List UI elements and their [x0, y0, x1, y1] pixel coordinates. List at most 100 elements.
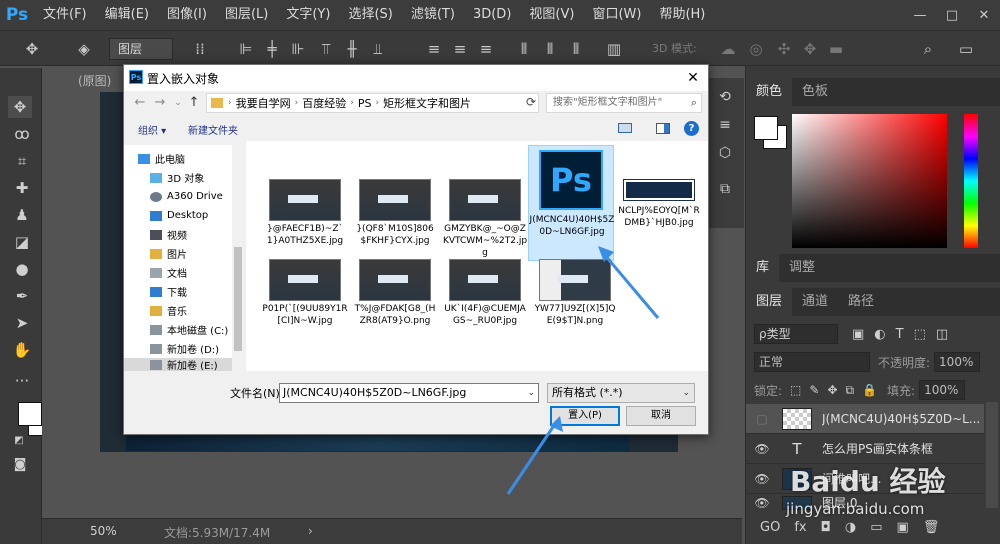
- trash-icon[interactable]: 🗑: [923, 520, 940, 535]
- breadcrumb-item[interactable]: 百度经验: [298, 95, 350, 111]
- layer-row[interactable]: ▢ J(MCNC4U)40H$5Z0D~L...: [746, 404, 984, 434]
- eye-icon[interactable]: 👁: [752, 442, 772, 456]
- fx-icon[interactable]: fx: [794, 520, 806, 535]
- history-panel-icon[interactable]: ⟲: [714, 86, 736, 108]
- address-bar[interactable]: › 我要自学网 › 百度经验 › PS › 矩形框文字和图片 ⟳: [206, 93, 539, 113]
- new-layer-icon[interactable]: ▣: [897, 520, 909, 535]
- file-item[interactable]: P01P(`[(9UU89Y1R[CI]N~W.jpg: [262, 247, 348, 354]
- blend-mode-select[interactable]: 正常: [754, 352, 870, 372]
- preview-pane-icon[interactable]: [656, 123, 670, 134]
- search-input[interactable]: 搜索"矩形框文字和图片" ⌕: [546, 93, 702, 113]
- view-options-icon[interactable]: [618, 123, 632, 133]
- search-icon[interactable]: ⌕: [691, 94, 697, 112]
- menu-filter[interactable]: 滤镜(T): [402, 0, 464, 30]
- nav-item-documents[interactable]: 文档: [124, 263, 232, 282]
- pen-tool-icon[interactable]: ✒: [10, 285, 34, 307]
- color-picker-field[interactable]: [792, 114, 947, 248]
- filter-pixel-icon[interactable]: ▣: [852, 327, 864, 342]
- chevron-down-icon[interactable]: ⌄: [682, 384, 690, 402]
- visibility-empty-icon[interactable]: ▢: [752, 412, 772, 426]
- align-top-icon[interactable]: ⫪: [316, 39, 336, 59]
- layer-name[interactable]: 怎么用PS画实体条框: [822, 440, 933, 457]
- file-item[interactable]: }(QF8`M10S]806$FKHF}CYX.jpg: [352, 155, 438, 262]
- mask-icon[interactable]: ◘: [821, 520, 831, 535]
- maximize-button[interactable]: □: [936, 0, 968, 30]
- file-item[interactable]: }@FAECF1B)~Z`1}A0THZ5XE.jpg: [262, 155, 348, 262]
- move-tool-icon[interactable]: ✥: [22, 39, 42, 59]
- tab-swatches[interactable]: 色板: [792, 78, 838, 106]
- tab-paths[interactable]: 路径: [838, 288, 884, 316]
- nav-item-videos[interactable]: 视频: [124, 225, 232, 244]
- nav-item-music[interactable]: 音乐: [124, 301, 232, 320]
- nav-item-downloads[interactable]: 下载: [124, 282, 232, 301]
- filename-input[interactable]: J(MCNC4U)40H$5Z0D~LN6GF.jpg ⌄: [279, 383, 539, 403]
- menu-select[interactable]: 选择(S): [339, 0, 401, 30]
- distribute-hcenter-icon[interactable]: ⦀: [540, 39, 560, 59]
- menu-image[interactable]: 图像(I): [158, 0, 216, 30]
- tab-channels[interactable]: 通道: [792, 288, 838, 316]
- hue-slider[interactable]: [964, 114, 978, 248]
- lock-pixels-icon[interactable]: ✎: [809, 383, 819, 397]
- menu-window[interactable]: 窗口(W): [583, 0, 650, 30]
- paragraph-panel-icon[interactable]: ⧉: [714, 178, 736, 200]
- status-menu-arrow[interactable]: ›: [308, 524, 313, 538]
- move-tool-icon[interactable]: ✥: [8, 96, 32, 118]
- nav-item-drive-e[interactable]: 新加卷 (E:): [124, 358, 232, 372]
- healing-tool-icon[interactable]: ✚: [10, 177, 34, 199]
- nav-item-drive-c[interactable]: 本地磁盘 (C:): [124, 320, 232, 339]
- menu-type[interactable]: 文字(Y): [277, 0, 339, 30]
- forward-arrow-icon[interactable]: →: [152, 95, 168, 111]
- lock-all-icon[interactable]: 🔒: [862, 383, 877, 397]
- layer-filter-select[interactable]: ρ类型: [754, 324, 838, 344]
- distribute-bottom-icon[interactable]: ≡: [476, 39, 496, 59]
- 3d-roll-icon[interactable]: ◎: [746, 39, 766, 59]
- layers-scrollbar[interactable]: [986, 402, 998, 508]
- group-icon[interactable]: ▭: [870, 520, 882, 535]
- new-folder-button[interactable]: 新建文件夹: [188, 122, 238, 137]
- chevron-down-icon[interactable]: ⌄: [527, 384, 535, 402]
- align-vcenter-icon[interactable]: ╫: [342, 39, 362, 59]
- panel-foreground-swatch[interactable]: [754, 116, 778, 140]
- nav-item-this-pc[interactable]: 此电脑: [124, 149, 232, 168]
- menu-3d[interactable]: 3D(D): [464, 0, 520, 30]
- menu-layer[interactable]: 图层(L): [216, 0, 277, 30]
- workspace-icon[interactable]: ▭: [956, 39, 976, 59]
- file-item[interactable]: YW77]U9Z[(X]5]QE(9$T]N.png: [532, 247, 618, 354]
- align-left-icon[interactable]: ⊫: [236, 39, 256, 59]
- tab-color[interactable]: 颜色: [746, 78, 793, 106]
- align-right-icon[interactable]: ⊪: [288, 39, 308, 59]
- help-icon[interactable]: ?: [684, 121, 699, 136]
- back-arrow-icon[interactable]: ←: [132, 95, 148, 111]
- recent-dropdown-icon[interactable]: ⌄: [170, 95, 186, 111]
- cancel-button[interactable]: 取消: [626, 406, 696, 426]
- fill-input[interactable]: 100%: [919, 380, 966, 400]
- hand-tool-icon[interactable]: ✋: [10, 339, 34, 361]
- crop-tool-icon[interactable]: ⌗: [10, 150, 34, 172]
- refresh-icon[interactable]: ⟳: [526, 95, 536, 109]
- breadcrumb-item[interactable]: 我要自学网: [232, 95, 295, 111]
- foreground-color-swatch[interactable]: [18, 402, 42, 426]
- menu-view[interactable]: 视图(V): [520, 0, 583, 30]
- transform-controls-icon[interactable]: ⁞⁞: [190, 39, 210, 59]
- organize-button[interactable]: 组织 ▾: [138, 122, 166, 137]
- more-tools-icon[interactable]: ···: [10, 370, 34, 392]
- minimize-button[interactable]: —: [904, 0, 936, 30]
- filter-type-icon[interactable]: T: [896, 327, 904, 342]
- breadcrumb-item[interactable]: PS: [354, 97, 376, 110]
- auto-align-icon[interactable]: ▥: [604, 39, 624, 59]
- filetype-select[interactable]: 所有格式 (*.*) ⌄: [547, 383, 695, 403]
- lock-transparent-icon[interactable]: ⬚: [790, 383, 801, 397]
- menu-file[interactable]: 文件(F): [34, 0, 96, 30]
- nav-item-a360[interactable]: A360 Drive: [124, 187, 232, 206]
- opacity-input[interactable]: 100%: [934, 352, 981, 372]
- distribute-left-icon[interactable]: ⦀: [514, 39, 534, 59]
- filter-adjust-icon[interactable]: ◐: [874, 327, 885, 342]
- dialog-close-button[interactable]: ✕: [678, 65, 708, 91]
- filter-shape-icon[interactable]: ⬚: [914, 327, 926, 342]
- distribute-top-icon[interactable]: ≡: [424, 39, 444, 59]
- blur-tool-icon[interactable]: ●: [10, 258, 34, 280]
- 3d-panel-icon[interactable]: ⬡: [714, 142, 736, 164]
- default-colors-icon[interactable]: ◩: [12, 430, 26, 452]
- menu-edit[interactable]: 编辑(E): [96, 0, 158, 30]
- adjustment-icon[interactable]: ◑: [845, 520, 856, 535]
